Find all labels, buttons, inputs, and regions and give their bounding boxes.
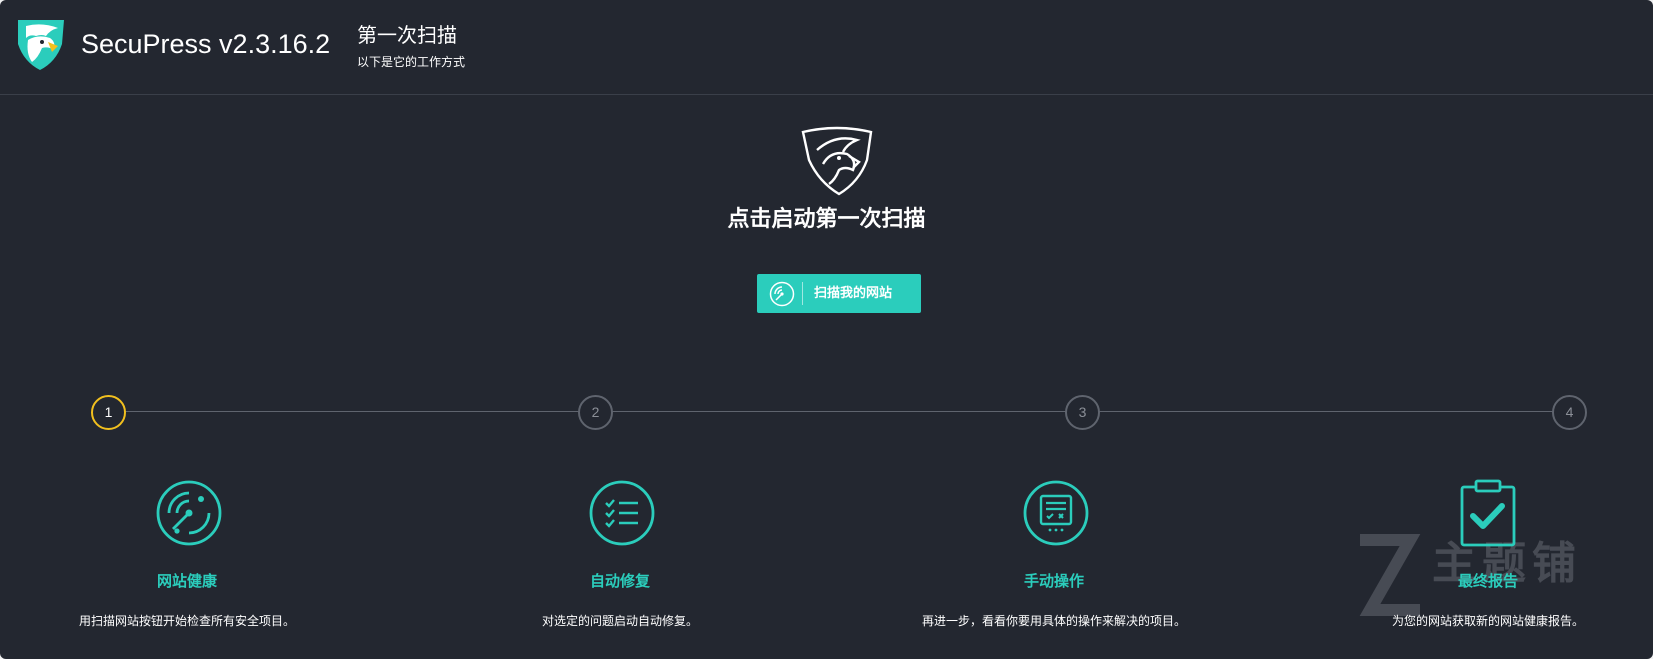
feature-desc-manual: 再进一步，看看你要用具体的操作来解决的项目。 (921, 614, 1186, 628)
secupress-logo-icon (18, 20, 64, 70)
button-separator (802, 282, 803, 305)
timeline-line (125, 411, 1553, 412)
feature-desc-auto-fix: 对选定的问题启动自动修复。 (541, 614, 698, 628)
step-1: 1 (91, 395, 126, 430)
step-3: 3 (1065, 395, 1100, 430)
manual-task-icon (1023, 480, 1089, 546)
step-2: 2 (578, 395, 613, 430)
feature-title-manual: 手动操作 (1023, 572, 1084, 590)
page-subtitle: 以下是它的工作方式 (357, 55, 466, 69)
clipboard-check-icon (1460, 479, 1516, 547)
first-scan-panel: SecuPress v2.3.16.2 第一次扫描 以下是它的工作方式 点击启动… (0, 0, 1653, 659)
radar-icon (156, 480, 222, 546)
step-4: 4 (1552, 395, 1587, 430)
app-header: SecuPress v2.3.16.2 第一次扫描 以下是它的工作方式 (0, 0, 1653, 95)
scan-my-website-button[interactable]: 扫描我的网站 (757, 274, 921, 313)
feature-title-site-health: 网站健康 (156, 572, 217, 590)
scan-button-label: 扫描我的网站 (814, 286, 893, 301)
hero-heading: 点击启动第一次扫描 (727, 207, 926, 232)
page-title: 第一次扫描 (357, 23, 457, 47)
feature-desc-site-health: 用扫描网站按钮开始检查所有安全项目。 (78, 614, 295, 628)
feature-desc-report: 为您的网站获取新的网站健康报告。 (1391, 614, 1584, 628)
checklist-icon (589, 480, 655, 546)
eagle-shield-icon (801, 126, 873, 196)
radar-icon (769, 281, 795, 307)
app-title: SecuPress v2.3.16.2 (81, 29, 331, 59)
feature-title-auto-fix: 自动修复 (589, 572, 650, 590)
feature-title-report: 最终报告 (1457, 572, 1518, 590)
